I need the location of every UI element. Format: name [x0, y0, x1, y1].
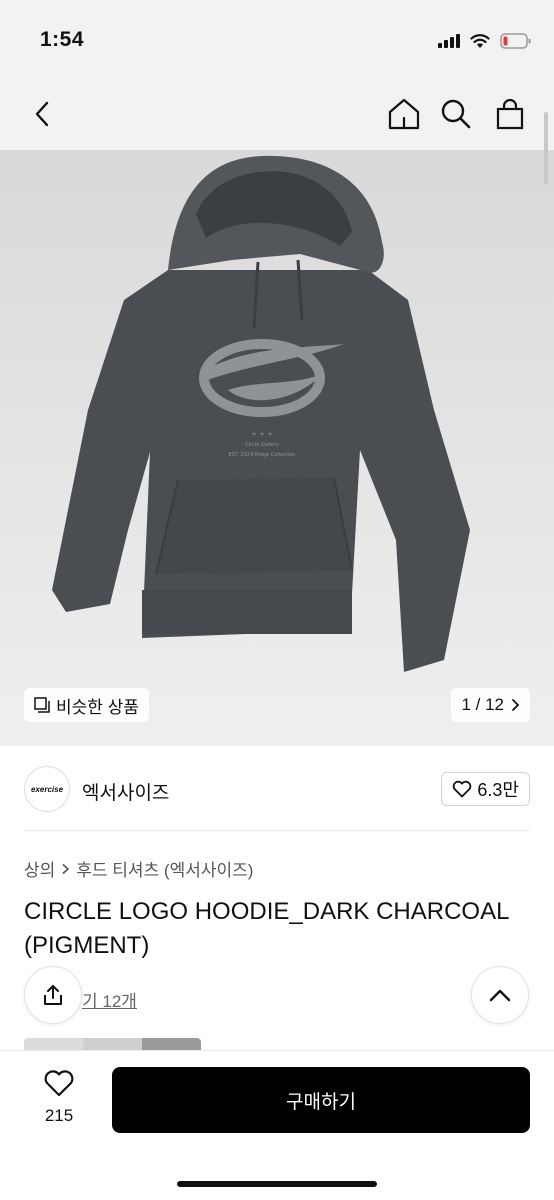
- product-image-gallery[interactable]: + + + Circle Gallery EST. 2024 Ridge Col…: [0, 150, 554, 746]
- color-options-thumbnails[interactable]: [24, 1038, 201, 1050]
- cellular-signal-icon: [438, 34, 460, 48]
- status-icons: [438, 30, 532, 52]
- wifi-icon: [470, 34, 490, 48]
- breadcrumb-category[interactable]: 상의: [24, 856, 55, 881]
- similar-products-label: 비슷한 상품: [56, 697, 139, 717]
- divider: [24, 830, 530, 831]
- heart-icon: [44, 1070, 74, 1097]
- similar-items-icon: [34, 697, 50, 713]
- chevron-right-icon: [512, 699, 520, 711]
- status-time: 1:54: [40, 28, 85, 51]
- image-counter-button[interactable]: 1 / 12: [451, 688, 530, 722]
- chevron-left-icon: [35, 101, 49, 127]
- hoodie-product-image: + + + Circle Gallery EST. 2024 Ridge Col…: [0, 150, 554, 746]
- similar-products-button[interactable]: 비슷한 상품: [24, 688, 149, 722]
- review-link[interactable]: 기 12개: [82, 987, 137, 1012]
- image-counter: 1 / 12: [461, 695, 504, 714]
- page-scrollbar[interactable]: [544, 112, 548, 184]
- home-indicator: [177, 1181, 377, 1187]
- brand-row: exercise 엑서사이즈 6.3만: [0, 760, 554, 830]
- bottom-action-bar: 215 구매하기: [0, 1050, 554, 1200]
- scroll-to-top-button[interactable]: [471, 966, 529, 1024]
- brand-logo[interactable]: exercise: [24, 766, 70, 812]
- product-title: CIRCLE LOGO HOODIE_DARK CHARCOAL (PIGMEN…: [24, 898, 509, 959]
- wishlist-button[interactable]: 215: [30, 1069, 88, 1126]
- buy-button[interactable]: 구매하기: [112, 1067, 530, 1133]
- home-icon: [388, 98, 420, 130]
- chevron-right-icon: [62, 863, 70, 874]
- color-thumbnail[interactable]: [142, 1038, 201, 1050]
- color-thumbnail[interactable]: [83, 1038, 142, 1050]
- share-button[interactable]: [24, 966, 82, 1024]
- back-button[interactable]: [22, 94, 62, 134]
- nav-bar: [0, 82, 554, 150]
- brand-like-count: 6.3만: [477, 780, 519, 800]
- color-thumbnail[interactable]: [24, 1038, 83, 1050]
- brand-name[interactable]: 엑서사이즈: [82, 778, 169, 805]
- breadcrumb: 상의 후드 티셔츠 (엑서사이즈): [24, 856, 253, 881]
- print-line-1: + + +: [251, 430, 273, 438]
- breadcrumb-subcategory[interactable]: 후드 티셔츠 (엑서사이즈): [76, 856, 253, 881]
- heart-icon: [453, 780, 472, 798]
- home-button[interactable]: [384, 94, 424, 134]
- print-line-2: Circle Gallery: [245, 442, 278, 448]
- brand-like-button[interactable]: 6.3만: [441, 772, 530, 806]
- status-bar: 1:54: [0, 0, 554, 82]
- cart-button[interactable]: [490, 94, 530, 134]
- search-icon: [441, 99, 471, 129]
- battery-icon: [500, 33, 531, 49]
- wishlist-count: 215: [44, 1106, 74, 1125]
- share-icon: [44, 985, 62, 1005]
- chevron-up-icon: [489, 989, 511, 1002]
- shopping-bag-icon: [496, 98, 524, 130]
- print-line-3: EST. 2024 Ridge Collection: [229, 452, 296, 458]
- search-button[interactable]: [436, 94, 476, 134]
